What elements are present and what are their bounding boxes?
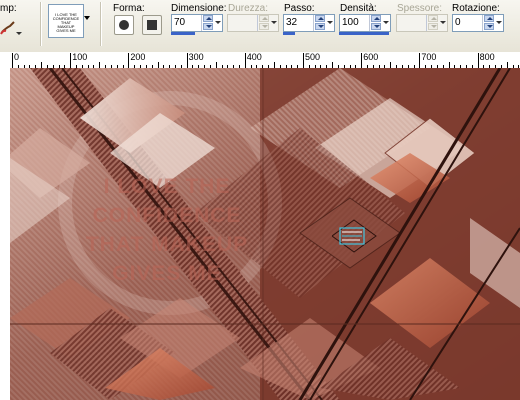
square-shape-button[interactable] bbox=[142, 15, 162, 35]
separator bbox=[100, 2, 102, 46]
ruler-tick bbox=[361, 53, 363, 68]
step-label: Passo: bbox=[284, 3, 315, 14]
dropdown-arrow-icon[interactable] bbox=[496, 21, 502, 24]
chevron-down-icon[interactable] bbox=[84, 16, 90, 20]
density-spinner[interactable]: 100 bbox=[339, 14, 391, 32]
density-slider-fill[interactable] bbox=[339, 32, 389, 35]
thickness-spinner bbox=[396, 14, 448, 32]
canvas-quote-text: I LOVE THE CONFIDENCE THAT MAKEUP GIVES … bbox=[72, 172, 262, 288]
ruler-label: 600 bbox=[363, 52, 379, 62]
horizontal-ruler: 0 100 200 300 400 500 600 700 800 bbox=[0, 52, 520, 69]
quote-line: THAT MAKEUP bbox=[85, 233, 249, 256]
decrement-arrow-icon bbox=[428, 23, 438, 30]
shape-label: Forma: bbox=[113, 3, 145, 14]
size-label: Dimensione: bbox=[171, 3, 227, 14]
step-slider-fill[interactable] bbox=[283, 32, 295, 35]
circle-shape-icon bbox=[119, 20, 129, 30]
ruler-label: 500 bbox=[305, 52, 321, 62]
ruler-label: 700 bbox=[421, 52, 437, 62]
increment-arrow-icon bbox=[259, 15, 269, 22]
thickness-label: Spessore: bbox=[397, 3, 443, 14]
ruler-tick bbox=[70, 53, 72, 68]
ruler-tick bbox=[303, 53, 304, 68]
image-canvas[interactable]: I LOVE THE CONFIDENCE THAT MAKEUP GIVES … bbox=[10, 68, 520, 400]
hardness-label: Durezza: bbox=[228, 3, 269, 14]
increment-arrow-icon[interactable] bbox=[484, 15, 494, 22]
dropdown-arrow-icon[interactable] bbox=[215, 21, 221, 24]
rotation-value: 0 bbox=[455, 17, 461, 28]
decrement-arrow-icon[interactable] bbox=[484, 23, 494, 30]
brush-preset-preview[interactable]: I LOVE THE CONFIDENCE THAT MAKEUP GIVES … bbox=[48, 4, 84, 38]
ruler-label: 800 bbox=[479, 52, 495, 62]
dropdown-arrow-icon bbox=[440, 21, 446, 24]
ruler-tick bbox=[128, 53, 130, 68]
density-value: 100 bbox=[342, 17, 359, 28]
ruler-tick bbox=[12, 53, 13, 68]
dropdown-arrow-icon bbox=[271, 21, 277, 24]
square-shape-icon bbox=[147, 20, 157, 30]
round-shape-button[interactable] bbox=[114, 15, 134, 35]
increment-arrow-icon[interactable] bbox=[315, 15, 325, 22]
decrement-arrow-icon[interactable] bbox=[203, 23, 213, 30]
ruler-label: 200 bbox=[130, 52, 146, 62]
ruler-tick bbox=[244, 53, 246, 68]
decrement-arrow-icon bbox=[259, 23, 269, 30]
quote-line: I LOVE THE bbox=[103, 175, 231, 198]
tool-options-bar: mp: I LOVE THE CONFIDENCE THAT MAKEUP GI… bbox=[0, 0, 520, 53]
density-label: Densità: bbox=[340, 3, 377, 14]
quote-line: CONFIDENCE bbox=[92, 204, 242, 227]
rotation-label: Rotazione: bbox=[452, 3, 500, 14]
size-slider-fill[interactable] bbox=[171, 32, 195, 35]
hardness-spinner bbox=[227, 14, 279, 32]
step-spinner[interactable]: 32 bbox=[283, 14, 335, 32]
ruler-label: 100 bbox=[72, 52, 88, 62]
tool-label: mp: bbox=[0, 3, 17, 14]
decrement-arrow-icon[interactable] bbox=[371, 23, 381, 30]
ruler-label: 400 bbox=[246, 52, 262, 62]
brush-preview-text: I LOVE THE CONFIDENCE THAT MAKEUP GIVES … bbox=[52, 12, 80, 33]
rotation-spinner[interactable]: 0 bbox=[452, 14, 504, 32]
dropdown-arrow-icon[interactable] bbox=[383, 21, 389, 24]
increment-arrow-icon bbox=[428, 15, 438, 22]
step-value: 32 bbox=[286, 17, 298, 28]
size-value: 70 bbox=[174, 17, 186, 28]
ruler-tick bbox=[419, 53, 421, 68]
brush-cursor bbox=[331, 218, 382, 258]
separator bbox=[40, 2, 42, 46]
ruler-label: 0 bbox=[14, 52, 20, 62]
brush-tool-icon[interactable] bbox=[0, 14, 24, 36]
dropdown-arrow-icon[interactable] bbox=[327, 21, 333, 24]
increment-arrow-icon[interactable] bbox=[203, 15, 213, 22]
quote-line: GIVES ME bbox=[112, 262, 222, 285]
ruler-tick bbox=[186, 53, 188, 68]
increment-arrow-icon[interactable] bbox=[371, 15, 381, 22]
size-spinner[interactable]: 70 bbox=[171, 14, 223, 32]
ruler-tick bbox=[477, 53, 479, 68]
brush-cursor-icon bbox=[331, 219, 377, 253]
ruler-label: 300 bbox=[188, 52, 204, 62]
decrement-arrow-icon[interactable] bbox=[315, 23, 325, 30]
